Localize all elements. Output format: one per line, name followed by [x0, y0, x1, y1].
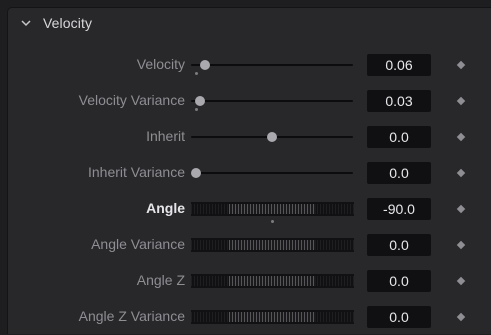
inherit-slider[interactable] [191, 132, 353, 142]
value-field[interactable]: 0.0 [367, 306, 431, 328]
thumbwheel-center [229, 204, 316, 214]
param-row-angle: Angle -90.0 [8, 191, 491, 227]
slider-knob[interactable] [191, 168, 201, 178]
keyframe-diamond-icon[interactable] [456, 60, 466, 70]
slider-knob[interactable] [200, 60, 210, 70]
thumbwheel-center [229, 240, 316, 250]
value-field[interactable]: 0.0 [367, 270, 431, 292]
param-label: Angle Z [136, 272, 185, 288]
value-field[interactable]: 0.03 [367, 90, 431, 112]
param-label: Inherit Variance [87, 164, 185, 180]
keyframe-diamond-icon[interactable] [456, 276, 466, 286]
slider-knob[interactable] [195, 96, 205, 106]
default-marker [195, 108, 198, 111]
angle-variance-thumbwheel[interactable] [191, 238, 354, 252]
keyframe-diamond-icon[interactable] [456, 96, 466, 106]
value-field[interactable]: -90.0 [367, 198, 431, 220]
param-label: Angle Variance [91, 236, 185, 252]
thumbwheel-center [229, 276, 316, 286]
inherit-variance-slider[interactable] [191, 168, 353, 178]
default-marker [195, 72, 198, 75]
angle-thumbwheel[interactable] [191, 202, 354, 216]
keyframe-diamond-icon[interactable] [456, 204, 466, 214]
param-label: Angle Z Variance [78, 308, 185, 324]
param-row-angle-variance: Angle Variance 0.0 [8, 227, 491, 263]
keyframe-diamond-icon[interactable] [456, 132, 466, 142]
slider-knob[interactable] [267, 132, 277, 142]
param-label: Angle [146, 200, 185, 216]
keyframe-diamond-icon[interactable] [456, 168, 466, 178]
inspector-panel: Velocity Velocity 0.06 Velocity Variance… [7, 7, 491, 334]
angle-z-variance-thumbwheel[interactable] [191, 310, 354, 324]
value-field[interactable]: 0.0 [367, 234, 431, 256]
value-field[interactable]: 0.0 [367, 126, 431, 148]
param-row-angle-z-variance: Angle Z Variance 0.0 [8, 299, 491, 335]
section-title: Velocity [43, 15, 93, 31]
param-row-inherit: Inherit 0.0 [8, 119, 491, 155]
param-label: Velocity Variance [78, 92, 185, 108]
keyframe-diamond-icon[interactable] [456, 240, 466, 250]
value-field[interactable]: 0.0 [367, 162, 431, 184]
param-row-velocity-variance: Velocity Variance 0.03 [8, 83, 491, 119]
section-header[interactable]: Velocity [8, 8, 491, 39]
param-label: Inherit [146, 128, 185, 144]
param-row-angle-z: Angle Z 0.0 [8, 263, 491, 299]
chevron-down-icon[interactable] [20, 17, 32, 29]
value-field[interactable]: 0.06 [367, 54, 431, 76]
param-row-velocity: Velocity 0.06 [8, 47, 491, 83]
param-label: Velocity [136, 56, 185, 72]
angle-z-thumbwheel[interactable] [191, 274, 354, 288]
thumbwheel-center [229, 312, 316, 322]
default-marker [271, 220, 274, 223]
velocity-slider[interactable] [191, 60, 353, 75]
param-row-inherit-variance: Inherit Variance 0.0 [8, 155, 491, 191]
velocity-variance-slider[interactable] [191, 96, 353, 111]
keyframe-diamond-icon[interactable] [456, 312, 466, 322]
